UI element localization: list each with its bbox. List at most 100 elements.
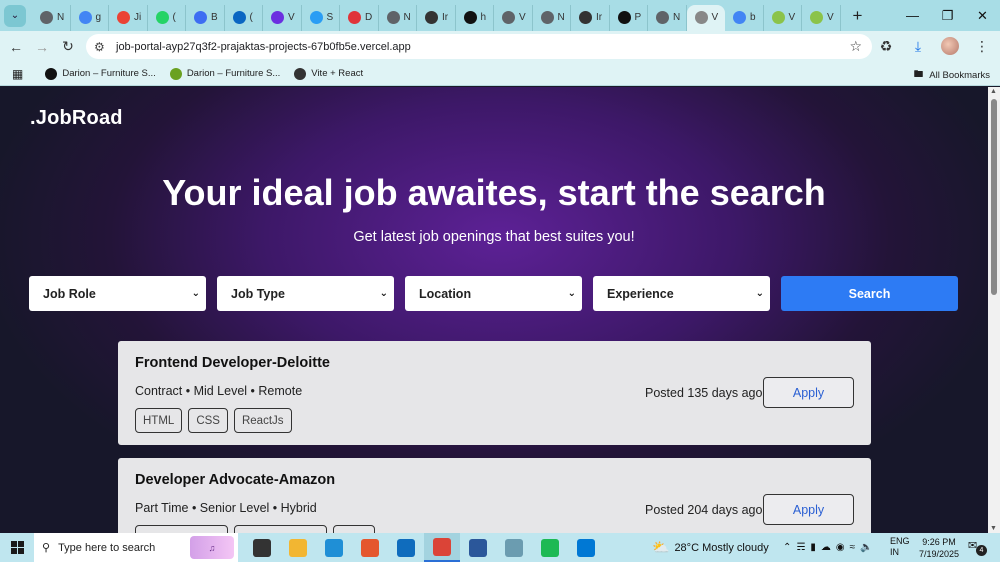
- close-window-icon[interactable]: ✕: [965, 0, 1000, 31]
- browser-tab[interactable]: Ir: [571, 4, 610, 31]
- edge-taskbar-button[interactable]: [316, 533, 352, 562]
- browser-tab[interactable]: N: [379, 4, 417, 31]
- minimize-icon[interactable]: —: [895, 0, 930, 31]
- openai-icon: [425, 11, 438, 24]
- job-role-select[interactable]: Job Role ⌄: [29, 276, 206, 311]
- downloads-icon[interactable]: ⤓: [906, 34, 930, 58]
- browser-tab[interactable]: V: [764, 4, 802, 31]
- bookmark-item[interactable]: Darion – Furniture S...: [45, 67, 156, 80]
- browser-tab[interactable]: P: [610, 4, 648, 31]
- back-icon[interactable]: ←: [3, 34, 29, 60]
- weather-widget[interactable]: ⛅ 28°C Mostly cloudy: [652, 533, 769, 562]
- extensions-icon[interactable]: ♻: [874, 34, 898, 58]
- chrome-icon: [40, 11, 53, 24]
- scrollbar-thumb[interactable]: [991, 99, 997, 295]
- window-controls: — ❐ ✕: [895, 0, 1000, 31]
- hero-subtitle: Get latest job openings that best suites…: [353, 229, 635, 245]
- browser-tab[interactable]: N: [648, 4, 687, 31]
- task-view-taskbar-button[interactable]: [244, 533, 280, 562]
- address-bar[interactable]: ⚙ job-portal-ayp27q3f2-prajaktas-project…: [86, 34, 872, 59]
- file-explorer-taskbar-button[interactable]: [280, 533, 316, 562]
- start-button[interactable]: [0, 533, 34, 562]
- clock[interactable]: 9:26 PM 7/19/2025: [917, 536, 961, 560]
- spotify-taskbar-button[interactable]: [532, 533, 568, 562]
- scroll-down-icon[interactable]: ▼: [990, 525, 997, 532]
- language-indicator[interactable]: ENG IN: [890, 536, 910, 558]
- volume-icon[interactable]: 🔈: [860, 542, 872, 553]
- skill-tags: [135, 525, 375, 533]
- tab-title: N: [557, 12, 565, 23]
- app-taskbar-button[interactable]: [496, 533, 532, 562]
- url-text[interactable]: job-portal-ayp27q3f2-prajaktas-projects-…: [116, 41, 411, 53]
- outlook-taskbar-button[interactable]: [388, 533, 424, 562]
- browser-tab[interactable]: g: [71, 4, 109, 31]
- browser-tab[interactable]: V: [802, 4, 841, 31]
- browser-tab[interactable]: D: [340, 4, 379, 31]
- wifi-icon[interactable]: ≈: [850, 542, 856, 553]
- tab-title: V: [788, 12, 796, 23]
- browser-tab[interactable]: N: [32, 4, 71, 31]
- tab-title: D: [365, 12, 373, 23]
- vscode-taskbar-button[interactable]: [568, 533, 604, 562]
- restore-icon[interactable]: ❐: [930, 0, 965, 31]
- show-hidden-icons-icon[interactable]: ⌃: [783, 542, 791, 553]
- menu-kebab-icon[interactable]: ⋮: [970, 34, 994, 58]
- skill-tag: [135, 525, 228, 533]
- office-icon: [361, 538, 379, 557]
- browser-tab[interactable]: V✕: [686, 4, 725, 31]
- tab-title: b: [750, 12, 756, 23]
- forward-icon[interactable]: →: [29, 34, 55, 60]
- browser-tab[interactable]: (: [225, 4, 263, 31]
- experience-select-value: Experience: [607, 286, 674, 301]
- battery-icon[interactable]: ▮: [810, 542, 816, 553]
- browser-tab-strip: ⌄ NgJi(B(VSDNIrhVNIrPNV✕bVV + — ❐ ✕: [0, 0, 1000, 31]
- browser-tab[interactable]: V: [263, 4, 302, 31]
- site-info-icon[interactable]: ⚙: [94, 40, 112, 54]
- apply-button[interactable]: Apply: [763, 494, 854, 525]
- site-logo[interactable]: .JobRoad: [30, 107, 123, 130]
- meet-icon[interactable]: ◉: [836, 542, 845, 553]
- posted-date: Posted 204 days ago: [645, 503, 763, 517]
- system-tray: ⌃ ☴ ▮ ☁ ◉ ≈ 🔈: [783, 533, 873, 562]
- search-button[interactable]: Search: [781, 276, 958, 311]
- bookmark-star-icon[interactable]: ☆: [849, 38, 862, 55]
- notification-center-icon[interactable]: ✉ 4: [968, 539, 987, 556]
- chevron-down-icon: ⌄: [755, 288, 764, 299]
- bookmark-favicon-icon: [169, 67, 182, 80]
- browser-tab[interactable]: b: [725, 4, 764, 31]
- taskbar-search[interactable]: ⚲ Type here to search ♫: [34, 533, 238, 562]
- all-bookmarks-button[interactable]: 🖿 All Bookmarks: [914, 67, 990, 83]
- bookmark-item[interactable]: Vite + React: [294, 67, 363, 80]
- network-icon[interactable]: ☴: [796, 542, 805, 553]
- scroll-up-icon[interactable]: ▲: [990, 88, 997, 95]
- apply-button[interactable]: Apply: [763, 377, 854, 408]
- browser-tab[interactable]: V: [494, 4, 533, 31]
- profile-avatar[interactable]: [938, 34, 962, 58]
- tab-search-chevron-icon[interactable]: ⌄: [4, 4, 26, 27]
- browser-tab[interactable]: B: [186, 4, 225, 31]
- new-tab-button[interactable]: +: [847, 5, 869, 27]
- toolbar-right: ♻ ⤓ ⋮: [874, 34, 994, 58]
- tab-title: g: [95, 12, 102, 23]
- browser-tab[interactable]: Ir: [417, 4, 456, 31]
- bookmark-item[interactable]: Darion – Furniture S...: [169, 67, 280, 80]
- location-select[interactable]: Location ⌄: [405, 276, 582, 311]
- vercel-icon: [694, 11, 708, 24]
- experience-select[interactable]: Experience ⌄: [593, 276, 770, 311]
- cloud-icon[interactable]: ☁: [821, 542, 831, 553]
- browser-tab[interactable]: N: [533, 4, 571, 31]
- browser-tab[interactable]: Ji: [109, 4, 148, 31]
- apps-grid-icon[interactable]: ▦: [12, 67, 23, 81]
- chrome-taskbar-button[interactable]: [424, 533, 460, 562]
- browser-tab[interactable]: (: [148, 4, 186, 31]
- reload-icon[interactable]: ↻: [55, 34, 81, 60]
- office-taskbar-button[interactable]: [352, 533, 388, 562]
- page-scrollbar[interactable]: ▲ ▼: [988, 87, 1000, 533]
- job-type-select[interactable]: Job Type ⌄: [217, 276, 394, 311]
- hero-title: Your ideal job awaites, start the search: [162, 172, 826, 213]
- word-taskbar-button[interactable]: [460, 533, 496, 562]
- avatar: [941, 37, 959, 55]
- browser-tab[interactable]: S: [302, 4, 340, 31]
- vite-icon: [771, 11, 785, 24]
- browser-tab[interactable]: h: [456, 4, 494, 31]
